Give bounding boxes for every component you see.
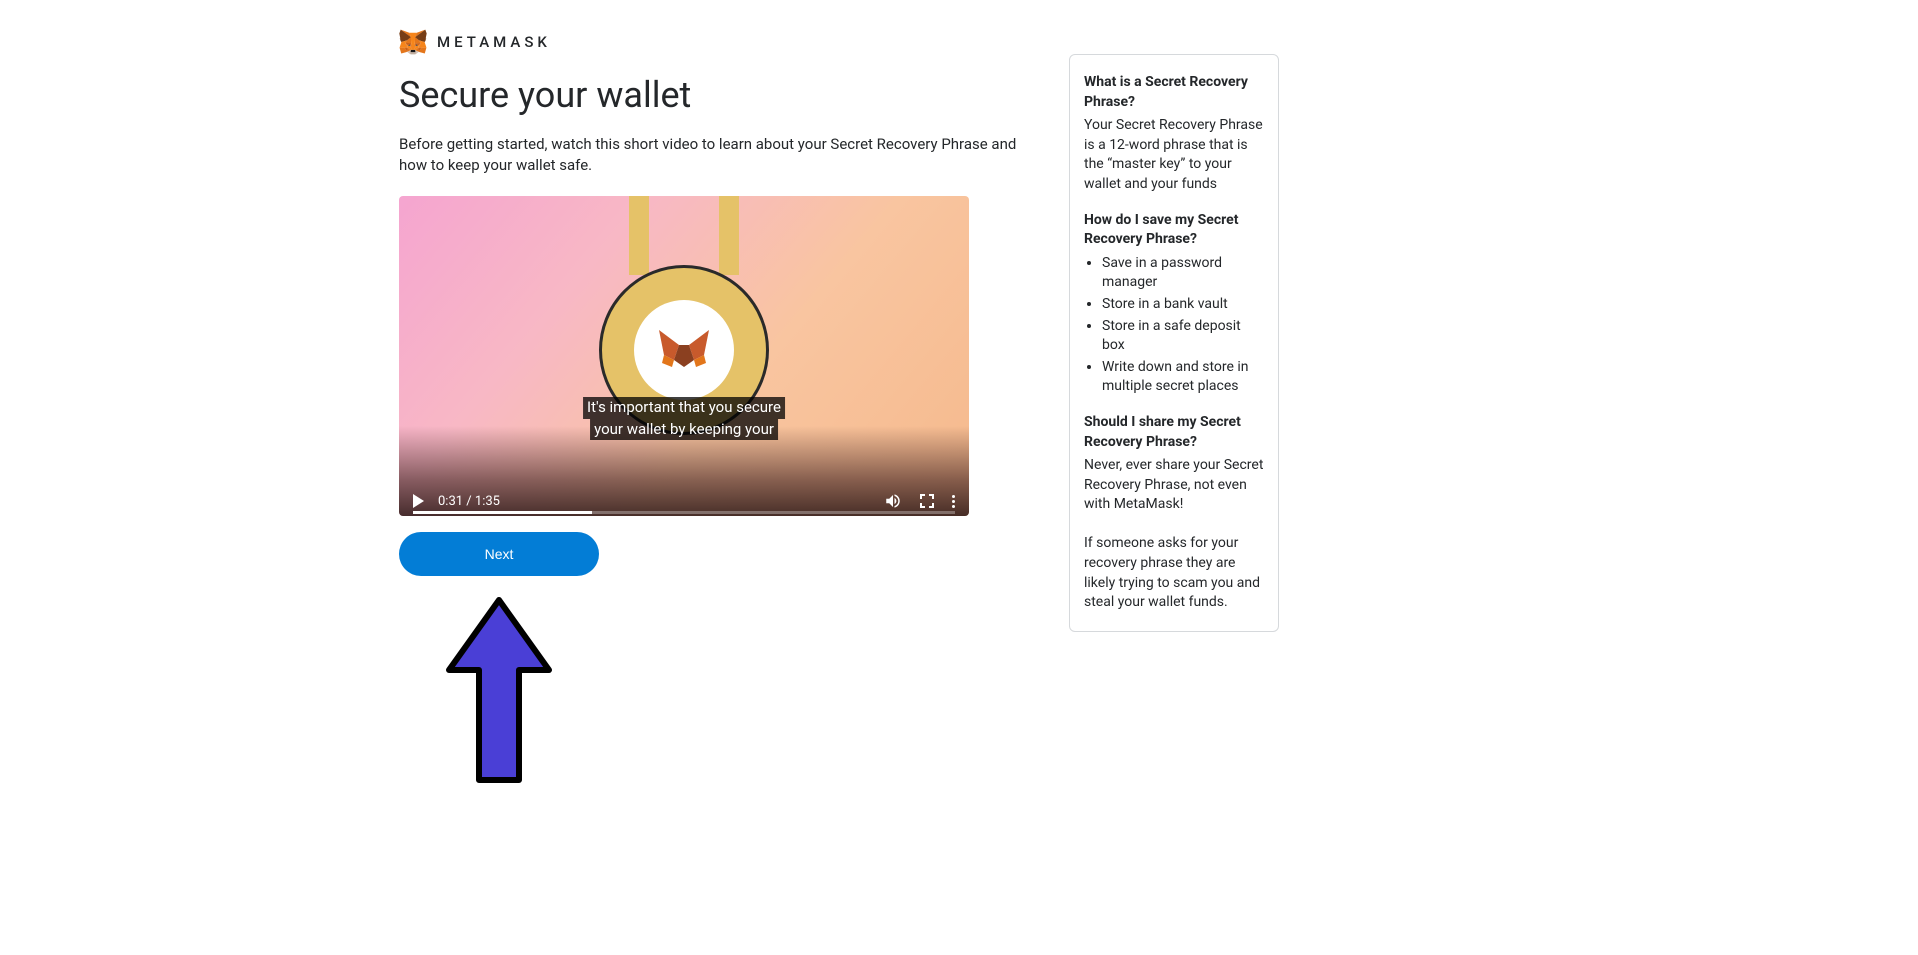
video-progress-fill (413, 511, 592, 514)
video-time: 0:31 / 1:35 (438, 494, 500, 509)
sidebar-heading-what: What is a Secret Recovery Phrase? (1084, 73, 1264, 112)
list-item: Save in a password manager (1102, 254, 1264, 293)
metamask-fox-icon (399, 28, 427, 56)
sidebar-text-share2: If someone asks for your recovery phrase… (1084, 534, 1264, 612)
intro-text: Before getting started, watch this short… (399, 134, 1019, 176)
caption-line-1: It's important that you secure (583, 397, 785, 419)
page-title: Secure your wallet (399, 74, 1019, 116)
arrow-annotation-icon (439, 590, 1019, 794)
video-progress-bar[interactable] (413, 511, 955, 514)
more-options-icon[interactable] (952, 495, 955, 508)
video-player[interactable]: It's important that you secure your wall… (399, 196, 969, 516)
sidebar-heading-share: Should I share my Secret Recovery Phrase… (1084, 413, 1264, 452)
list-item: Write down and store in multiple secret … (1102, 358, 1264, 397)
sidebar-heading-save: How do I save my Secret Recovery Phrase? (1084, 211, 1264, 250)
logo-header: METAMASK (399, 28, 1019, 56)
info-sidebar: What is a Secret Recovery Phrase? Your S… (1069, 54, 1279, 632)
sidebar-text-what: Your Secret Recovery Phrase is a 12-word… (1084, 116, 1264, 194)
volume-icon[interactable] (884, 492, 902, 510)
next-button[interactable]: Next (399, 532, 599, 576)
fox-in-lock-icon (654, 325, 714, 375)
caption-line-2: your wallet by keeping your (590, 419, 778, 441)
sidebar-section-what: What is a Secret Recovery Phrase? Your S… (1084, 73, 1264, 195)
fullscreen-icon[interactable] (920, 494, 934, 508)
sidebar-section-share: Should I share my Secret Recovery Phrase… (1084, 413, 1264, 613)
list-item: Store in a bank vault (1102, 295, 1264, 315)
video-caption: It's important that you secure your wall… (583, 397, 785, 440)
sidebar-save-list: Save in a password manager Store in a ba… (1084, 254, 1264, 397)
sidebar-section-save: How do I save my Secret Recovery Phrase?… (1084, 211, 1264, 397)
sidebar-text-share1: Never, ever share your Secret Recovery P… (1084, 456, 1264, 515)
main-content: METAMASK Secure your wallet Before getti… (399, 28, 1019, 794)
brand-name: METAMASK (437, 33, 551, 51)
play-icon[interactable] (413, 494, 424, 508)
list-item: Store in a safe deposit box (1102, 317, 1264, 356)
